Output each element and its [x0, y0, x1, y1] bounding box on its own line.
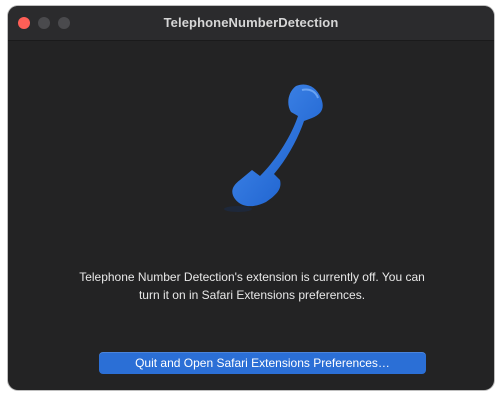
- window-title: TelephoneNumberDetection: [163, 15, 339, 30]
- app-window: TelephoneNumberDetection Telephone Numbe…: [8, 6, 494, 390]
- quit-and-open-preferences-button[interactable]: Quit and Open Safari Extensions Preferen…: [99, 352, 426, 374]
- telephone-handset-icon: [208, 76, 338, 226]
- message-line-1: Telephone Number Detection's extension i…: [79, 270, 425, 284]
- title-bar: TelephoneNumberDetection: [8, 6, 494, 41]
- message-line-2: turn it on in Safari Extensions preferen…: [138, 288, 366, 302]
- extension-status-message: Telephone Number Detection's extension i…: [28, 268, 476, 304]
